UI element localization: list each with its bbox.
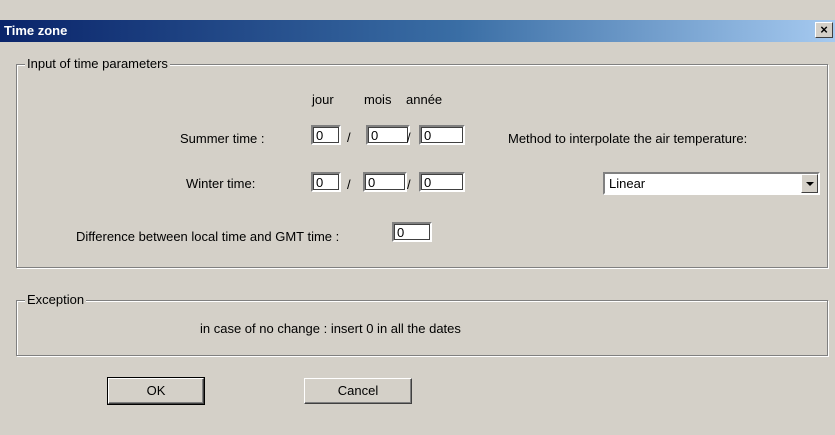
ok-button[interactable]: OK bbox=[107, 377, 205, 405]
window-title: Time zone bbox=[4, 23, 68, 38]
col-year-label: année bbox=[406, 92, 443, 107]
summer-time-label: Summer time : bbox=[180, 131, 265, 146]
winter-year-input[interactable]: 0 bbox=[419, 172, 465, 192]
exception-legend: Exception bbox=[25, 292, 87, 307]
summer-year-input[interactable]: 0 bbox=[419, 125, 465, 145]
col-month-label: mois bbox=[364, 92, 392, 107]
winter-sep-1: / bbox=[347, 177, 351, 192]
summer-day-input[interactable]: 0 bbox=[311, 125, 341, 145]
summer-sep-1: / bbox=[347, 130, 351, 145]
winter-sep-2: / bbox=[407, 177, 411, 192]
winter-month-input[interactable]: 0 bbox=[363, 172, 407, 192]
gmt-diff-input[interactable]: 0 bbox=[392, 222, 432, 242]
close-button[interactable]: × bbox=[815, 22, 833, 38]
close-icon: × bbox=[820, 22, 828, 37]
summer-month-input[interactable]: 0 bbox=[366, 125, 410, 145]
gmt-diff-label: Difference between local time and GMT ti… bbox=[76, 229, 340, 244]
col-day-label: jour bbox=[312, 92, 334, 107]
interp-method-label: Method to interpolate the air temperatur… bbox=[508, 131, 748, 146]
summer-sep-2: / bbox=[407, 130, 411, 145]
chevron-down-icon[interactable] bbox=[801, 174, 818, 193]
title-bar: Time zone × bbox=[0, 20, 835, 42]
time-params-legend: Input of time parameters bbox=[25, 56, 170, 71]
winter-time-label: Winter time: bbox=[186, 176, 256, 191]
winter-day-input[interactable]: 0 bbox=[311, 172, 341, 192]
interp-method-select[interactable]: Linear bbox=[603, 172, 820, 195]
interp-method-value: Linear bbox=[609, 176, 646, 191]
cancel-button[interactable]: Cancel bbox=[304, 378, 412, 404]
exception-text: in case of no change : insert 0 in all t… bbox=[200, 321, 461, 336]
